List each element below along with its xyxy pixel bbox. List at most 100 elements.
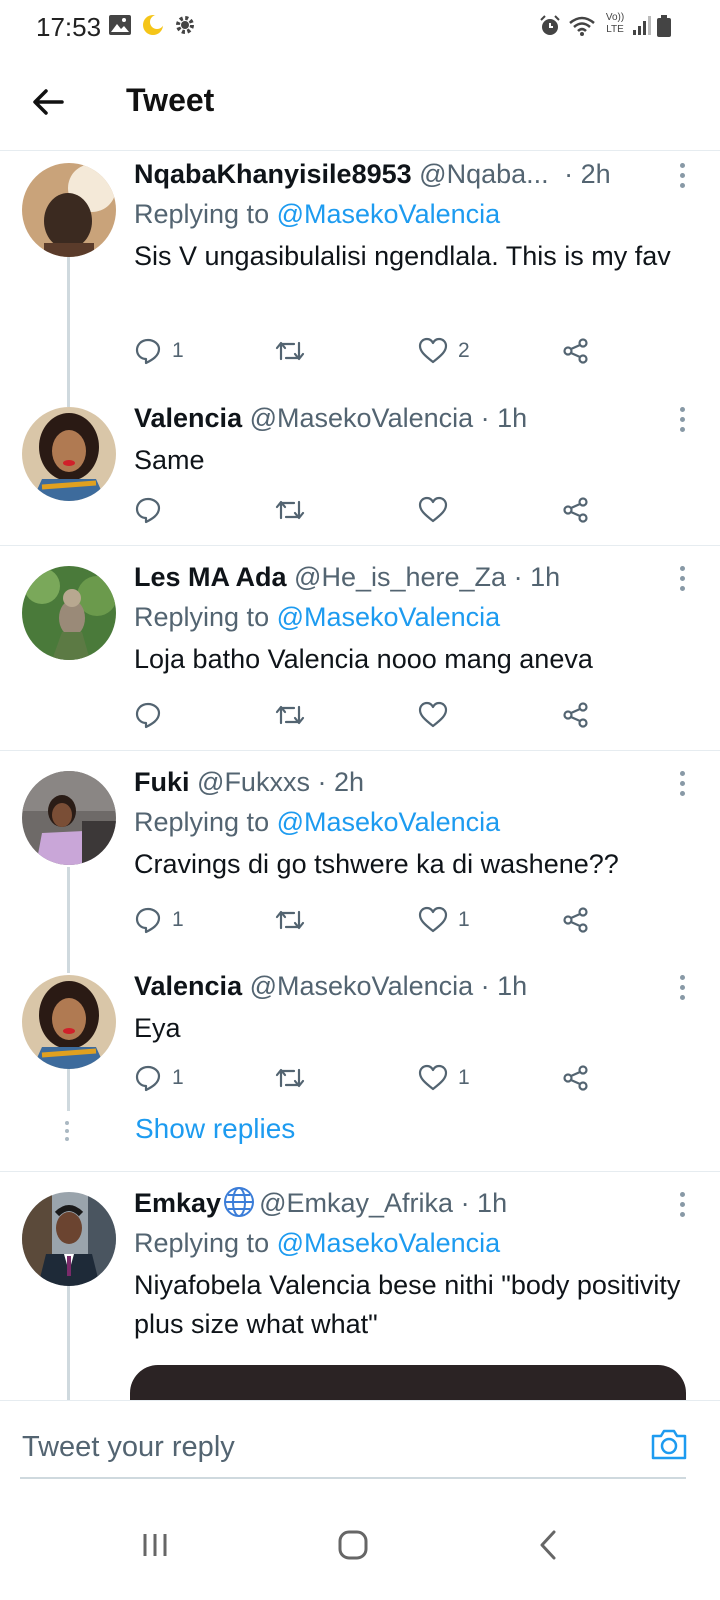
status-time: 17:53 bbox=[36, 12, 102, 42]
share-button[interactable] bbox=[562, 697, 590, 733]
user-handle[interactable]: @Emkay_Afrika bbox=[259, 1188, 453, 1218]
replying-label: Replying to bbox=[134, 602, 270, 632]
share-icon bbox=[563, 702, 588, 728]
reply-count: 1 bbox=[172, 1066, 184, 1089]
replies-feed[interactable]: NqabaKhanyisile8953 @Nqaba... · 2h Reply… bbox=[0, 151, 720, 1427]
reply-button[interactable]: 1 bbox=[134, 1060, 184, 1096]
share-button[interactable] bbox=[562, 1060, 590, 1096]
avatar[interactable] bbox=[22, 771, 116, 865]
reply-count: 1 bbox=[172, 339, 184, 362]
like-button[interactable]: 1 bbox=[418, 902, 470, 938]
reply-icon bbox=[135, 702, 161, 729]
replying-label: Replying to bbox=[134, 1228, 270, 1258]
heart-icon bbox=[418, 496, 448, 523]
show-replies-link[interactable]: Show replies bbox=[135, 1113, 295, 1145]
network-label: Vo)) LTE bbox=[605, 12, 625, 35]
tweet-actions: 1 1 bbox=[134, 902, 604, 938]
user-name[interactable]: Fuki bbox=[134, 767, 190, 797]
user-handle[interactable]: @Nqaba... bbox=[419, 159, 548, 189]
retweet-button[interactable] bbox=[274, 902, 316, 938]
share-button[interactable] bbox=[562, 902, 590, 938]
retweet-button[interactable] bbox=[274, 697, 316, 733]
home-icon[interactable] bbox=[336, 1528, 370, 1562]
settings-gear-icon bbox=[176, 16, 194, 34]
more-options-icon[interactable] bbox=[678, 1192, 686, 1222]
reply-input[interactable]: Tweet your reply bbox=[22, 1431, 235, 1464]
user-name[interactable]: Emkay bbox=[134, 1188, 221, 1218]
retweet-button[interactable] bbox=[274, 333, 316, 369]
retweet-icon bbox=[275, 500, 305, 520]
like-count: 1 bbox=[458, 908, 470, 931]
share-button[interactable] bbox=[562, 492, 590, 528]
reply-icon bbox=[135, 338, 161, 365]
user-name[interactable]: Valencia bbox=[134, 971, 242, 1001]
tweet-text: Loja batho Valencia nooo mang aneva bbox=[134, 644, 593, 674]
tweet[interactable]: Les MA Ada @He_is_here_Za · 1h Replying … bbox=[134, 560, 696, 679]
share-icon bbox=[563, 907, 588, 933]
like-button[interactable]: 2 bbox=[418, 333, 470, 369]
tweet-actions bbox=[134, 492, 604, 528]
tweet[interactable]: NqabaKhanyisile8953 @Nqaba... · 2h Reply… bbox=[134, 157, 696, 276]
user-name[interactable]: Valencia bbox=[134, 403, 242, 433]
reply-button[interactable] bbox=[134, 492, 172, 528]
tweet[interactable]: Valencia @MasekoValencia · 1h Same bbox=[134, 401, 696, 480]
replying-label: Replying to bbox=[134, 199, 270, 229]
tweet-time: · 1h bbox=[480, 971, 528, 1001]
divider bbox=[0, 750, 720, 751]
like-button[interactable] bbox=[418, 697, 458, 733]
tweet[interactable]: Fuki @Fukxxs · 2h Replying to @MasekoVal… bbox=[134, 765, 696, 884]
like-button[interactable]: 1 bbox=[418, 1060, 470, 1096]
retweet-icon bbox=[275, 705, 305, 725]
user-name[interactable]: Les MA Ada bbox=[134, 562, 287, 592]
tweet-actions: 1 1 bbox=[134, 1060, 604, 1096]
share-button[interactable] bbox=[562, 333, 590, 369]
more-options-icon[interactable] bbox=[678, 407, 686, 437]
heart-icon bbox=[418, 701, 448, 728]
user-handle[interactable]: @Fukxxs bbox=[197, 767, 310, 797]
reply-icon bbox=[135, 1065, 161, 1092]
mention-link[interactable]: @MasekoValencia bbox=[277, 602, 501, 632]
tweet-actions bbox=[134, 697, 604, 733]
retweet-icon bbox=[275, 341, 305, 361]
tweet[interactable]: Emkay @Emkay_Afrika · 1h Replying to @Mas… bbox=[134, 1186, 696, 1344]
mention-link[interactable]: @MasekoValencia bbox=[277, 807, 501, 837]
camera-icon[interactable] bbox=[650, 1427, 688, 1461]
thread-line bbox=[67, 1069, 70, 1111]
reply-button[interactable]: 1 bbox=[134, 902, 184, 938]
share-icon bbox=[563, 497, 588, 523]
back-arrow-icon[interactable] bbox=[28, 82, 68, 122]
like-button[interactable] bbox=[418, 492, 458, 528]
share-icon bbox=[563, 1065, 588, 1091]
retweet-button[interactable] bbox=[274, 492, 316, 528]
divider bbox=[0, 545, 720, 546]
battery-icon bbox=[657, 15, 671, 37]
tweet-text: Cravings di go tshwere ka di washene?? bbox=[134, 849, 619, 879]
retweet-button[interactable] bbox=[274, 1060, 316, 1096]
avatar[interactable] bbox=[22, 1192, 116, 1286]
user-handle[interactable]: @MasekoValencia bbox=[250, 971, 474, 1001]
user-handle[interactable]: @He_is_here_Za bbox=[294, 562, 506, 592]
reply-button[interactable] bbox=[134, 697, 172, 733]
avatar[interactable] bbox=[22, 566, 116, 660]
user-name[interactable]: NqabaKhanyisile8953 bbox=[134, 159, 412, 189]
more-options-icon[interactable] bbox=[678, 975, 686, 1005]
reply-input-underline bbox=[20, 1477, 686, 1479]
user-handle[interactable]: @MasekoValencia bbox=[250, 403, 474, 433]
more-options-icon[interactable] bbox=[678, 163, 686, 193]
avatar[interactable] bbox=[22, 975, 116, 1069]
avatar[interactable] bbox=[22, 407, 116, 501]
tweet-time: · 2h bbox=[564, 159, 611, 189]
reply-button[interactable]: 1 bbox=[134, 333, 184, 369]
divider bbox=[0, 1171, 720, 1172]
mention-link[interactable]: @MasekoValencia bbox=[277, 1228, 501, 1258]
reply-icon bbox=[135, 497, 161, 524]
tweet-text: Same bbox=[134, 445, 205, 475]
tweet[interactable]: Valencia @MasekoValencia · 1h Eya bbox=[134, 969, 696, 1048]
recent-apps-icon[interactable] bbox=[140, 1530, 170, 1560]
mention-link[interactable]: @MasekoValencia bbox=[277, 199, 501, 229]
more-options-icon[interactable] bbox=[678, 566, 686, 596]
back-nav-icon[interactable] bbox=[536, 1528, 562, 1562]
avatar[interactable] bbox=[22, 163, 116, 257]
more-options-icon[interactable] bbox=[678, 771, 686, 801]
like-count: 2 bbox=[458, 339, 470, 362]
